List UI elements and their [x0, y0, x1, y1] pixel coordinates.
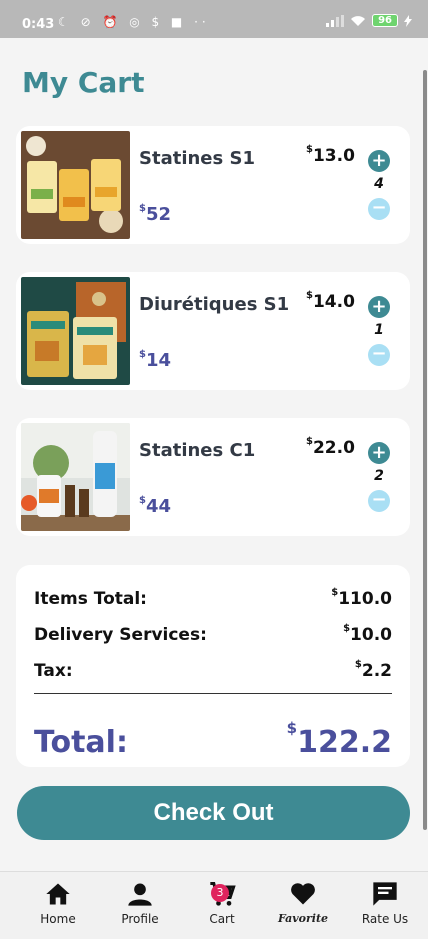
increase-quantity-button[interactable]: +	[368, 442, 390, 464]
currency-symbol: $	[139, 349, 146, 360]
summary-divider	[34, 693, 392, 694]
tax-label: Tax:	[34, 661, 73, 681]
chat-icon	[373, 882, 397, 906]
person-icon	[128, 883, 152, 906]
nav-profile-label: Profile	[121, 912, 159, 926]
quantity-value: 4	[374, 176, 384, 192]
nav-home[interactable]: Home	[23, 880, 93, 926]
product-name: Statines S1	[139, 148, 255, 169]
currency-symbol: $	[306, 290, 313, 302]
currency-symbol: $	[306, 144, 313, 156]
delivery-value: $10.0	[343, 623, 392, 645]
product-subtotal: $14	[139, 349, 172, 371]
scrollbar[interactable]	[423, 70, 427, 830]
nav-rate-us[interactable]: Rate Us	[350, 880, 420, 926]
nav-favorite[interactable]: Favorite	[268, 880, 338, 925]
bottom-navigation: Home Profile 3 Cart Favorite Rate Us	[0, 871, 428, 939]
decrease-quantity-button[interactable]: −	[368, 198, 390, 220]
page-title: My Cart	[22, 66, 145, 99]
quantity-value: 1	[374, 322, 384, 338]
product-image	[21, 277, 130, 385]
plus-icon: +	[371, 296, 387, 317]
currency-symbol: $	[139, 203, 146, 214]
charging-icon	[404, 14, 412, 27]
minus-icon: −	[371, 489, 387, 510]
nav-profile[interactable]: Profile	[105, 880, 175, 926]
product-price: $22.0	[306, 436, 355, 458]
product-subtotal: $52	[139, 203, 172, 225]
currency-symbol: $	[139, 495, 146, 506]
heart-icon	[291, 883, 315, 905]
currency-symbol: $	[306, 436, 313, 448]
home-icon	[46, 883, 70, 905]
status-system-icons: 96	[326, 14, 412, 27]
increase-quantity-button[interactable]: +	[368, 150, 390, 172]
product-price: $14.0	[306, 290, 355, 312]
quantity-value: 2	[374, 468, 384, 484]
total-value: $122.2	[286, 719, 392, 760]
nav-cart-label: Cart	[209, 912, 235, 926]
decrease-quantity-button[interactable]: −	[368, 344, 390, 366]
nav-rate-us-label: Rate Us	[361, 912, 409, 926]
items-total-label: Items Total:	[34, 589, 147, 609]
product-price: $13.0	[306, 144, 355, 166]
product-name: Statines C1	[139, 440, 256, 461]
total-label: Total:	[34, 725, 128, 760]
delivery-label: Delivery Services:	[34, 625, 207, 645]
status-bar: 0:43 ☾ ⊘ ⏰ ◎ $ ■ ·· 96	[0, 0, 428, 38]
status-time: 0:43	[22, 17, 55, 32]
cart-item: Statines C1 $22.0 $44 + 2 −	[16, 418, 410, 536]
checkout-button[interactable]: Check Out	[17, 786, 410, 840]
cart-item: Diurétiques S1 $14.0 $14 + 1 −	[16, 272, 410, 390]
decrease-quantity-button[interactable]: −	[368, 490, 390, 512]
product-name: Diurétiques S1	[139, 294, 290, 315]
order-summary: Items Total: $110.0 Delivery Services: $…	[16, 565, 410, 767]
plus-icon: +	[371, 150, 387, 171]
nav-cart[interactable]: 3 Cart	[187, 880, 257, 926]
items-total-value: $110.0	[331, 587, 392, 609]
product-subtotal: $44	[139, 495, 172, 517]
cart-item: Statines S1 $13.0 $52 + 4 −	[16, 126, 410, 244]
nav-favorite-label: Favorite	[277, 912, 329, 925]
increase-quantity-button[interactable]: +	[368, 296, 390, 318]
nav-home-label: Home	[40, 912, 76, 926]
battery-indicator: 96	[372, 14, 398, 27]
cart-badge: 3	[211, 884, 229, 902]
tax-value: $2.2	[354, 659, 392, 681]
product-image	[21, 423, 130, 531]
minus-icon: −	[371, 197, 387, 218]
signal-icon	[326, 14, 345, 27]
product-image	[21, 131, 130, 239]
wifi-icon	[351, 15, 366, 26]
status-notification-icons: ☾ ⊘ ⏰ ◎ $ ■ ··	[58, 15, 210, 29]
plus-icon: +	[371, 442, 387, 463]
minus-icon: −	[371, 343, 387, 364]
